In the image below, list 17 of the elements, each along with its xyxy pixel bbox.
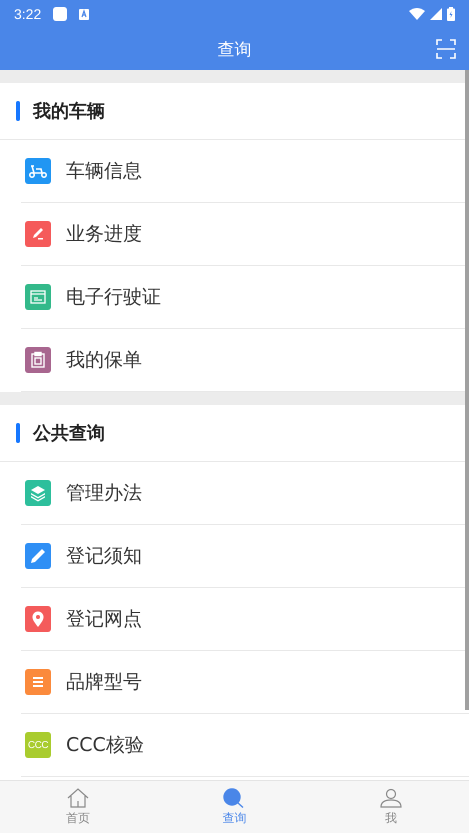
header-title: 查询: [218, 38, 252, 60]
search-icon: [223, 788, 246, 808]
home-icon: [67, 788, 90, 808]
signal-icon: [430, 8, 442, 20]
app-notification-icon: [79, 8, 90, 20]
scan-icon[interactable]: [436, 39, 456, 59]
ccc-icon: CCC: [25, 732, 51, 758]
section-title: 我的车辆: [33, 100, 105, 123]
menu-item[interactable]: CCC CCC核验: [21, 714, 469, 777]
section-marker: [16, 101, 20, 121]
wifi-icon: [409, 8, 425, 20]
user-icon: [380, 788, 402, 808]
notification-icon: [53, 7, 68, 21]
status-time: 3:22: [14, 6, 42, 22]
section-marker: [16, 423, 20, 443]
section-title: 公共查询: [33, 422, 105, 445]
battery-icon: [447, 7, 455, 21]
